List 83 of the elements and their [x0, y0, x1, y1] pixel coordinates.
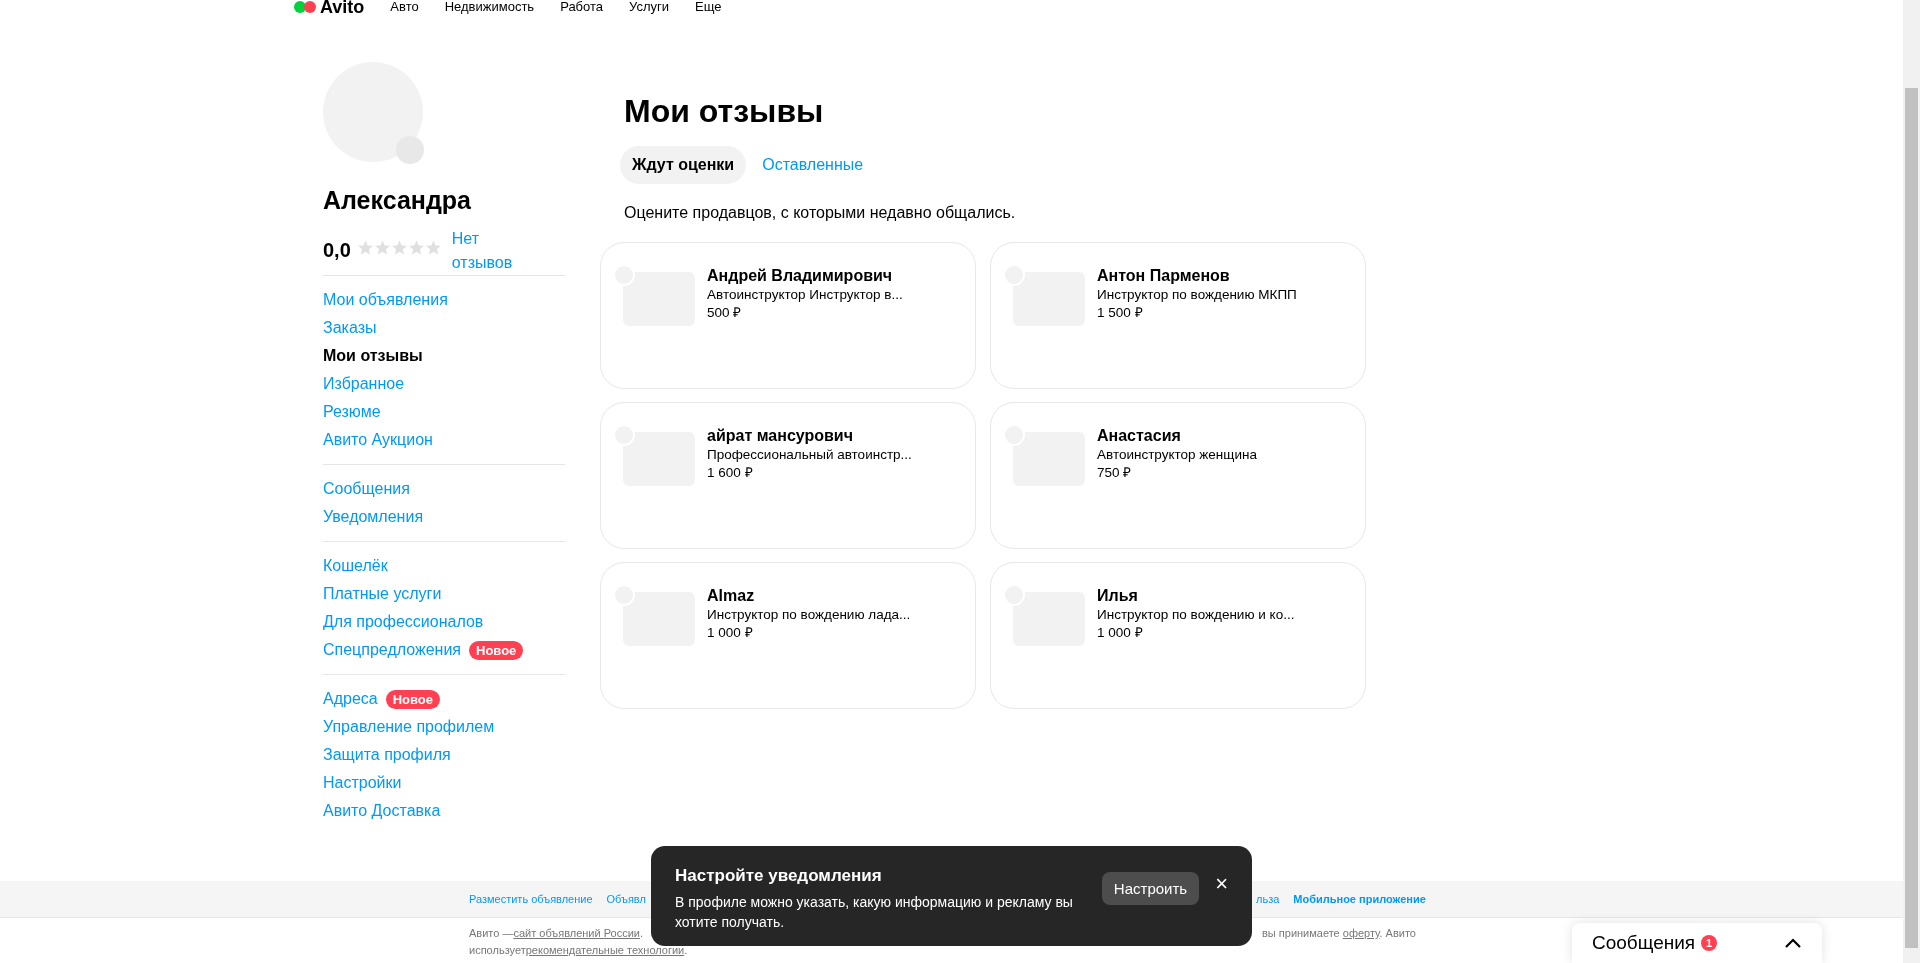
new-badge: Новое	[385, 689, 441, 709]
listing-price: 1 600 ₽	[707, 464, 754, 482]
nav-link[interactable]: Недвижимость	[444, 0, 535, 14]
sidebar-item[interactable]: Платные услуги	[323, 585, 442, 603]
listing-title: Автоинструктор Инструктор в...	[707, 286, 903, 304]
footer-link[interactable]: Объявл	[606, 893, 646, 905]
page-title: Мои отзывы	[624, 92, 825, 130]
sidebar-item[interactable]: Защита профиля	[323, 746, 451, 764]
sidebar-item[interactable]: Уведомления	[323, 508, 424, 526]
sidebar-item[interactable]: Для профессионалов	[323, 613, 484, 631]
sidebar-item[interactable]: Мои отзывы	[323, 347, 423, 365]
listing-price: 1 500 ₽	[1097, 304, 1144, 322]
footer-link[interactable]: оферту	[1342, 927, 1380, 939]
logo-dots-icon	[294, 1, 316, 13]
seller-name: Антон Парменов	[1097, 266, 1231, 286]
seller-card[interactable]: Илья Инструктор по вождению и ко... 1 000 ₽	[990, 562, 1366, 709]
close-button[interactable]: ×	[1215, 874, 1228, 894]
nav-link[interactable]: Еще	[695, 0, 722, 14]
sidebar-item[interactable]: Заказы	[323, 319, 377, 337]
footer-text: .	[640, 926, 644, 941]
sidebar-item[interactable]: Управление профилем	[323, 718, 495, 736]
nav-link[interactable]: Авто	[390, 0, 419, 14]
star-icon	[373, 239, 391, 256]
chevron-up-icon[interactable]	[1784, 937, 1802, 949]
new-badge: Новое	[469, 640, 524, 660]
sidebar-item[interactable]: Авито Аукцион	[323, 431, 433, 449]
listing-title: Автоинструктор женщина	[1097, 446, 1257, 464]
configure-button[interactable]: Настроить	[1101, 872, 1200, 905]
reviews-link[interactable]: Нет отзывов	[451, 227, 522, 275]
listing-title: Инструктор по вождению МКПП	[1097, 286, 1297, 304]
footer-text: . Авито	[1379, 927, 1416, 939]
seller-name: Андрей Владимирович	[707, 266, 894, 286]
sidebar-item[interactable]: Авито Доставка	[323, 802, 441, 820]
rating-value: 0,0	[323, 239, 351, 262]
sidebar-item[interactable]: Сообщения	[323, 480, 410, 498]
seller-card[interactable]: Анастасия Автоинструктор женщина 750 ₽	[990, 402, 1366, 549]
listing-title: Профессиональный автоинстр...	[707, 446, 912, 464]
footer-text: использует	[469, 943, 526, 958]
footer-link[interactable]: Мобильное приложение	[1293, 893, 1426, 905]
scrollbar[interactable]	[1903, 0, 1920, 963]
sidebar-item[interactable]: Спецпредложения	[323, 641, 461, 659]
listing-price: 1 000 ₽	[707, 624, 754, 642]
toast-title: Настройте уведомления	[675, 866, 883, 886]
toast-text: В профиле можно указать, какую информацию и рекламу вы хотите получать.	[675, 893, 1074, 932]
sidebar-item[interactable]: Кошелёк	[323, 557, 388, 575]
seller-card[interactable]: айрат мансурович Профессиональный автоинстр... 1 600 ₽	[600, 402, 976, 549]
seller-name: Almaz	[707, 586, 756, 606]
listing-price: 500 ₽	[707, 304, 743, 322]
seller-card[interactable]: Андрей Владимирович Автоинструктор Инструктор в... 500 ₽	[600, 242, 976, 389]
star-icon	[407, 239, 425, 256]
sidebar-item[interactable]: Адреса	[323, 690, 378, 708]
sidebar-item[interactable]: Мои объявления	[323, 291, 448, 309]
logo[interactable]: Avito	[320, 0, 365, 14]
tab[interactable]: Ждут оценки	[620, 146, 747, 184]
listing-price: 750 ₽	[1097, 464, 1133, 482]
footer-link[interactable]: Разместить объявление	[469, 893, 593, 905]
messages-widget[interactable]: Сообщения 1	[1572, 923, 1822, 963]
listing-title: Инструктор по вождению лада...	[707, 606, 911, 624]
messages-label: Сообщения	[1592, 932, 1696, 954]
profile-name: Александра	[323, 186, 472, 215]
star-icon	[390, 239, 408, 256]
nav-link[interactable]: Работа	[560, 0, 604, 14]
seller-name: айрат мансурович	[707, 426, 854, 446]
star-icon	[424, 239, 442, 256]
hint-text: Оцените продавцов, с которыми недавно общались.	[624, 204, 1017, 222]
seller-card[interactable]: Антон Парменов Инструктор по вождению МКПП 1 500 ₽	[990, 242, 1366, 389]
sidebar-item[interactable]: Резюме	[323, 403, 381, 421]
listing-price: 1 000 ₽	[1097, 624, 1144, 642]
star-icon	[356, 239, 374, 256]
footer-link[interactable]: льза	[1256, 893, 1280, 905]
sidebar-item[interactable]: Избранное	[323, 375, 405, 393]
footer-text: .	[684, 943, 688, 958]
unread-count: 1	[1701, 935, 1718, 951]
footer-link[interactable]: сайт объявлений России	[513, 925, 640, 942]
listing-title: Инструктор по вождению и ко...	[1097, 606, 1295, 624]
sidebar-item[interactable]: Настройки	[323, 774, 402, 792]
seller-name: Анастасия	[1097, 426, 1182, 446]
seller-name: Илья	[1097, 586, 1139, 606]
footer-text: вы принимаете	[1262, 927, 1341, 939]
tab[interactable]: Оставленные	[750, 146, 876, 184]
footer-text: Авито —	[469, 926, 514, 941]
seller-card[interactable]: Almaz Инструктор по вождению лада... 1 000 ₽	[600, 562, 976, 709]
nav-link[interactable]: Услуги	[629, 0, 670, 14]
